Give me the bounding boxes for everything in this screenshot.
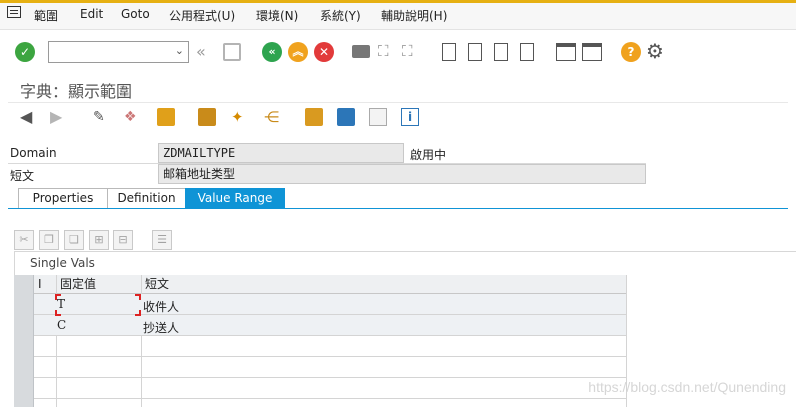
find-icon[interactable]: ⛶ (378, 43, 396, 60)
display-change-icon[interactable]: ✎ (93, 108, 111, 126)
help-icon[interactable]: ? (621, 42, 641, 62)
domain-label: Domain (10, 146, 57, 160)
watermark: https://blog.csdn.net/Qunending (588, 379, 786, 395)
filter-button[interactable]: ☰ (152, 230, 172, 250)
first-page-icon[interactable] (442, 43, 456, 61)
save-icon[interactable] (223, 43, 241, 61)
tab-strip-line (8, 208, 788, 209)
next-page-icon[interactable] (494, 43, 508, 61)
insert-row-icon: ⊞ (94, 233, 104, 246)
menu-item-utilities[interactable]: 公用程式(U) (169, 7, 235, 24)
cut-icon: ✂ (19, 233, 29, 246)
table-row[interactable] (34, 399, 626, 407)
menu-item-help[interactable]: 輔助說明(H) (381, 7, 447, 24)
table-view-icon[interactable] (369, 108, 387, 126)
back-icon[interactable]: « (262, 42, 282, 62)
last-page-icon[interactable] (520, 43, 534, 61)
magic-wand-icon[interactable]: ✦ (231, 108, 249, 126)
status-text: 啟用中 (410, 148, 447, 162)
tab-value-range[interactable]: Value Range (185, 188, 285, 209)
table-row[interactable] (34, 294, 626, 315)
row-selector-column[interactable] (14, 275, 34, 407)
delete-row-icon: ⊟ (118, 233, 128, 246)
short-text-label: 短文 (10, 169, 35, 183)
command-field[interactable]: ⌄ (48, 41, 189, 63)
check-icon[interactable] (198, 108, 216, 126)
chevron-down-icon[interactable]: ⌄ (175, 44, 184, 57)
paste-icon: ❏ (69, 233, 79, 246)
column-header-indicator: I (34, 275, 56, 294)
insert-row-button[interactable]: ⊞ (89, 230, 109, 250)
new-session-icon[interactable] (556, 43, 576, 61)
menu-icon[interactable] (7, 6, 21, 18)
menu-item-scope[interactable]: 範圍 (34, 7, 58, 24)
tab-properties[interactable]: Properties (18, 188, 108, 209)
cancel-icon[interactable]: ✕ (314, 42, 334, 62)
layout-icon[interactable] (337, 108, 355, 126)
shortcut-icon[interactable] (582, 43, 602, 61)
application-toolbar (0, 104, 796, 132)
domain-field[interactable]: ZDMAILTYPE (158, 143, 404, 163)
print-icon[interactable] (352, 45, 370, 58)
previous-page-icon[interactable] (468, 43, 482, 61)
tab-definition[interactable]: Definition (107, 188, 186, 209)
menu-item-system[interactable]: 系統(Y) (320, 7, 361, 24)
column-header-short-text[interactable]: 短文 (141, 275, 627, 294)
where-used-icon[interactable]: ⋲ (264, 108, 282, 126)
menu-item-edit[interactable]: Edit (80, 7, 103, 21)
other-object-icon[interactable]: ❖ (124, 108, 142, 126)
filter-icon: ☰ (157, 233, 167, 246)
back-nav-icon[interactable]: « (196, 42, 206, 61)
cell-focus-marker (135, 310, 141, 316)
exit-icon[interactable]: ︽ (288, 42, 308, 62)
copy-button[interactable]: ❐ (39, 230, 59, 250)
back-arrow-icon[interactable]: ◀ (20, 108, 38, 126)
short-text-cell[interactable]: 收件人 (143, 298, 179, 315)
enter-icon[interactable]: ✓ (15, 42, 35, 62)
table-row[interactable] (34, 357, 626, 378)
hierarchy-icon[interactable] (305, 108, 323, 126)
cut-button[interactable]: ✂ (14, 230, 34, 250)
table-row[interactable] (34, 336, 626, 357)
table-caption: Single Vals (30, 256, 95, 270)
forward-arrow-icon[interactable]: ▶ (50, 108, 68, 126)
menu-item-environment[interactable]: 環境(N) (256, 7, 298, 24)
table-row[interactable] (34, 315, 626, 336)
delete-row-button[interactable]: ⊟ (113, 230, 133, 250)
info-icon[interactable]: i (401, 108, 419, 126)
paste-button[interactable]: ❏ (64, 230, 84, 250)
menu-item-goto[interactable]: Goto (121, 7, 150, 21)
table-row[interactable] (34, 378, 626, 399)
short-text-field[interactable]: 邮箱地址类型 (158, 164, 646, 184)
copy-icon: ❐ (44, 233, 54, 246)
divider (8, 102, 788, 103)
find-next-icon[interactable]: ⛶ (402, 43, 420, 60)
column-header-fixed-value[interactable]: 固定值 (56, 275, 141, 294)
activate-icon[interactable] (157, 108, 175, 126)
fixed-value-cell[interactable]: C (57, 318, 66, 332)
cell-focus-marker (135, 294, 141, 300)
short-text-cell[interactable]: 抄送人 (143, 319, 179, 336)
fixed-value-cell[interactable]: T (57, 297, 65, 311)
page-title: 字典：顯示範圍 (20, 82, 133, 101)
settings-icon[interactable]: ⚙ (646, 41, 664, 61)
